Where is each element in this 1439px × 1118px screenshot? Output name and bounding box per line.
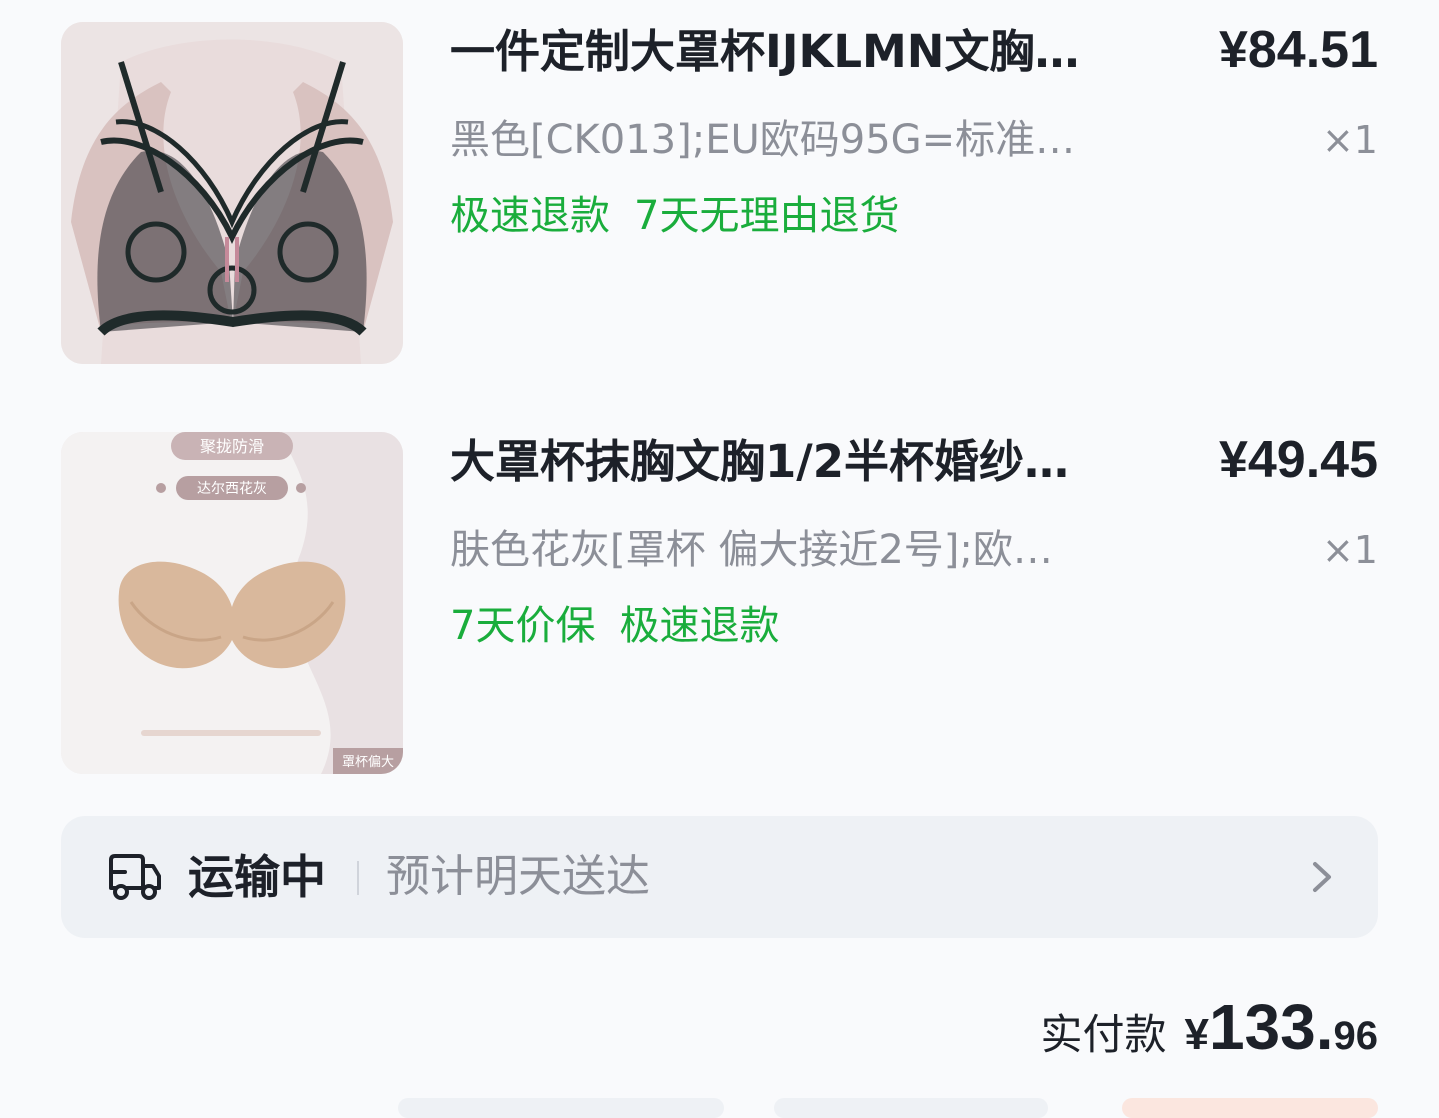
service-tags: 极速退款 7天无理由退货 xyxy=(450,190,923,242)
total-currency: ¥ xyxy=(1184,1010,1209,1059)
badge-top-text: 聚拢防滑 xyxy=(200,437,264,456)
shipping-status-bar[interactable]: 运输中 预计明天送达 xyxy=(61,816,1378,938)
total-decimal: 96 xyxy=(1333,1014,1379,1058)
badge-color-text: 达尔西花灰 xyxy=(197,481,267,497)
order-item[interactable]: 聚拢防滑 达尔西花灰 罩杯偏大 大罩杯抹胸文胸1/2半杯婚纱… ¥49.45 肤… xyxy=(61,432,1378,774)
product-price: ¥84.51 xyxy=(1218,21,1378,79)
service-tags: 7天价保 极速退款 xyxy=(450,600,803,652)
product-image[interactable] xyxy=(61,22,403,364)
service-tag: 极速退款 xyxy=(450,193,610,239)
nude-strapless-bra-image: 聚拢防滑 达尔西花灰 罩杯偏大 xyxy=(61,432,403,774)
black-lace-bra-image xyxy=(61,22,403,364)
service-tag: 7天无理由退货 xyxy=(634,193,900,239)
divider xyxy=(357,861,359,895)
service-tag: 极速退款 xyxy=(619,603,780,649)
product-spec[interactable]: 肤色花灰[罩杯 偏大接近2号];欧… xyxy=(450,524,1140,576)
action-button[interactable] xyxy=(774,1098,1048,1118)
service-tag: 7天价保 xyxy=(450,603,596,649)
total-label: 实付款 xyxy=(1040,1010,1167,1059)
order-item[interactable]: 一件定制大罩杯IJKLMN文胸… ¥84.51 黑色[CK013];EU欧码95… xyxy=(61,22,1378,364)
shipping-status: 运输中 xyxy=(188,850,326,904)
delivery-eta: 预计明天送达 xyxy=(386,851,650,902)
corner-badge-text: 罩杯偏大 xyxy=(342,755,394,770)
total-integer: 133. xyxy=(1208,991,1334,1063)
product-quantity: ×1 xyxy=(1321,528,1378,572)
order-total: 实付款 ¥ 133. 96 xyxy=(1040,990,1379,1063)
action-button[interactable] xyxy=(398,1098,724,1118)
product-title[interactable]: 一件定制大罩杯IJKLMN文胸… xyxy=(450,24,1150,80)
product-price: ¥49.45 xyxy=(1218,431,1378,489)
truck-icon xyxy=(109,854,161,900)
product-image[interactable]: 聚拢防滑 达尔西花灰 罩杯偏大 xyxy=(61,432,403,774)
product-quantity: ×1 xyxy=(1321,118,1378,162)
product-title[interactable]: 大罩杯抹胸文胸1/2半杯婚纱… xyxy=(450,434,1150,490)
primary-action-button[interactable] xyxy=(1122,1098,1378,1118)
chevron-right-icon[interactable] xyxy=(1310,860,1334,894)
product-spec[interactable]: 黑色[CK013];EU欧码95G=标准… xyxy=(450,114,1140,166)
